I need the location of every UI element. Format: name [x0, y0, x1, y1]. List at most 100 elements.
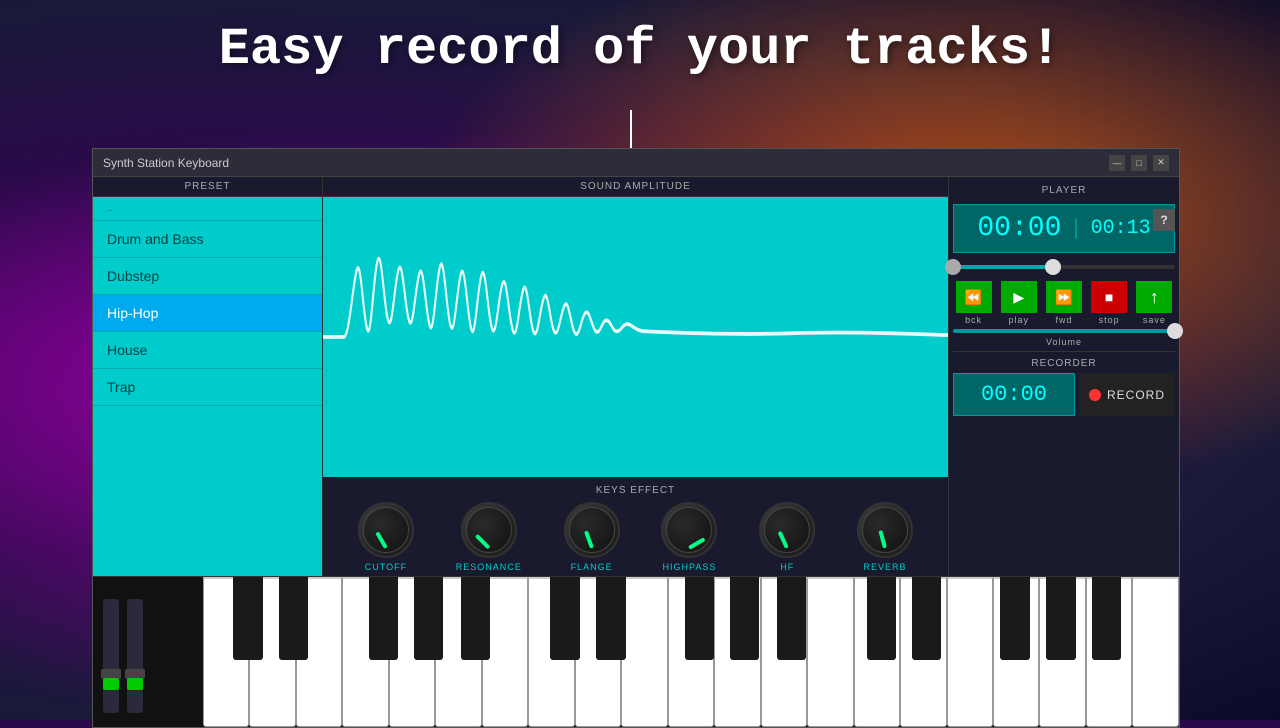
key-cs5[interactable]	[867, 577, 896, 660]
save-label: save	[1143, 315, 1166, 325]
knob-group-resonance: RESONANCE	[456, 502, 522, 572]
player-time-display: 00:00 | 00:13	[953, 204, 1175, 253]
knob-group-cutoff: CUTOFF	[358, 502, 414, 572]
headline: Easy record of your tracks!	[0, 20, 1280, 79]
knob-highpass[interactable]	[661, 502, 717, 558]
pitch-indicator-2	[127, 678, 143, 690]
seek-bar[interactable]	[953, 257, 1175, 277]
fwd-label: fwd	[1055, 315, 1072, 325]
key-fs5[interactable]	[1000, 577, 1029, 660]
time-separator: |	[1069, 216, 1082, 241]
key-as4[interactable]	[777, 577, 806, 660]
seek-fill	[953, 265, 1053, 269]
key-as3[interactable]	[461, 577, 490, 660]
key-b4[interactable]	[807, 577, 853, 727]
knob-group-flange: FLANGE	[564, 502, 620, 572]
recorder-time: 00:00	[953, 373, 1075, 416]
preset-item-trap[interactable]: Trap	[93, 369, 322, 406]
save-icon: ↑	[1136, 281, 1172, 313]
back-label: bck	[965, 315, 982, 325]
key-cs4[interactable]	[550, 577, 579, 660]
preset-header: PRESET	[93, 177, 322, 197]
key-as5[interactable]	[1092, 577, 1121, 660]
key-e5[interactable]	[947, 577, 993, 727]
preset-item-hiphop[interactable]: Hip-Hop	[93, 295, 322, 332]
amplitude-header: SOUND AMPLITUDE	[323, 177, 948, 197]
knobs-row: CUTOFF RESONANCE	[327, 502, 944, 572]
play-icon: ▶	[1001, 281, 1037, 313]
pitch-indicator-1	[103, 678, 119, 690]
seek-thumb[interactable]	[1045, 259, 1061, 275]
help-button[interactable]: ?	[1153, 209, 1175, 231]
preset-item-dotdot[interactable]: ..	[93, 197, 322, 221]
player-current-time: 00:00	[977, 213, 1061, 244]
volume-track[interactable]	[953, 329, 1175, 333]
transport-fwd[interactable]: ⏩ fwd	[1046, 281, 1082, 325]
window-title: Synth Station Keyboard	[103, 156, 1109, 170]
amplitude-panel: SOUND AMPLITUDE KEYS EFFECT	[323, 177, 949, 576]
knob-group-reverb: REVERB	[857, 502, 913, 572]
pitch-slider-1	[103, 599, 119, 719]
key-ds4[interactable]	[596, 577, 625, 660]
knob-label-flange: FLANGE	[571, 562, 613, 572]
key-ds5[interactable]	[912, 577, 941, 660]
player-total-time: 00:13	[1091, 217, 1151, 240]
knob-label-hf: HF	[780, 562, 794, 572]
preset-list: .. Drum and Bass Dubstep Hip-Hop House T…	[93, 197, 322, 576]
key-fs3[interactable]	[369, 577, 398, 660]
titlebar: Synth Station Keyboard — □ ✕	[93, 149, 1179, 177]
knob-label-cutoff: CUTOFF	[365, 562, 407, 572]
waveform-svg	[323, 197, 948, 477]
transport-stop[interactable]: ■ stop	[1091, 281, 1127, 325]
key-gs4[interactable]	[730, 577, 759, 660]
knob-flange[interactable]	[564, 502, 620, 558]
knob-reverb[interactable]	[857, 502, 913, 558]
content-area: PRESET .. Drum and Bass Dubstep Hip-Hop …	[93, 177, 1179, 727]
stop-label: stop	[1099, 315, 1120, 325]
seek-thumb-left[interactable]	[945, 259, 961, 275]
panels-row: PRESET .. Drum and Bass Dubstep Hip-Hop …	[93, 177, 1179, 577]
stop-icon: ■	[1091, 281, 1127, 313]
key-e4[interactable]	[621, 577, 667, 727]
keys-effect-header: KEYS EFFECT	[327, 485, 944, 496]
volume-thumb[interactable]	[1167, 323, 1183, 339]
minimize-button[interactable]: —	[1109, 155, 1125, 171]
key-gs3[interactable]	[414, 577, 443, 660]
pitch-sliders	[93, 577, 203, 727]
maximize-button[interactable]: □	[1131, 155, 1147, 171]
player-header: PLAYER	[953, 181, 1175, 200]
transport-back[interactable]: ⏪ bck	[956, 281, 992, 325]
record-button[interactable]: RECORD	[1079, 373, 1175, 416]
keys-container	[203, 577, 1179, 727]
knob-cutoff[interactable]	[358, 502, 414, 558]
close-button[interactable]: ✕	[1153, 155, 1169, 171]
pitch-track-2[interactable]	[127, 599, 143, 713]
transport-save[interactable]: ↑ save	[1136, 281, 1172, 325]
preset-item-drum-and-bass[interactable]: Drum and Bass	[93, 221, 322, 258]
fwd-icon: ⏩	[1046, 281, 1082, 313]
preset-item-house[interactable]: House	[93, 332, 322, 369]
play-label: play	[1009, 315, 1030, 325]
volume-row	[953, 329, 1175, 333]
transport-buttons: ⏪ bck ▶ play ⏩ fwd ■ stop	[953, 281, 1175, 325]
key-gs5[interactable]	[1046, 577, 1075, 660]
preset-item-dubstep[interactable]: Dubstep	[93, 258, 322, 295]
key-fs4[interactable]	[685, 577, 714, 660]
recorder-header: RECORDER	[953, 351, 1175, 369]
knob-hf[interactable]	[759, 502, 815, 558]
key-b5[interactable]	[1132, 577, 1178, 727]
main-window: Synth Station Keyboard — □ ✕ PRESET .. D…	[92, 148, 1180, 728]
key-ds3[interactable]	[279, 577, 308, 660]
knob-label-reverb: REVERB	[864, 562, 907, 572]
pitch-track-1[interactable]	[103, 599, 119, 713]
seek-track	[953, 265, 1175, 269]
knob-label-resonance: RESONANCE	[456, 562, 522, 572]
transport-play[interactable]: ▶ play	[1001, 281, 1037, 325]
knob-label-highpass: HIGHPASS	[662, 562, 716, 572]
record-label: RECORD	[1107, 388, 1165, 402]
waveform-display	[323, 197, 948, 477]
key-cs3[interactable]	[233, 577, 262, 660]
knob-resonance[interactable]	[461, 502, 517, 558]
volume-label: Volume	[953, 337, 1175, 347]
keys-effect-section: KEYS EFFECT CUTOFF	[323, 477, 948, 576]
